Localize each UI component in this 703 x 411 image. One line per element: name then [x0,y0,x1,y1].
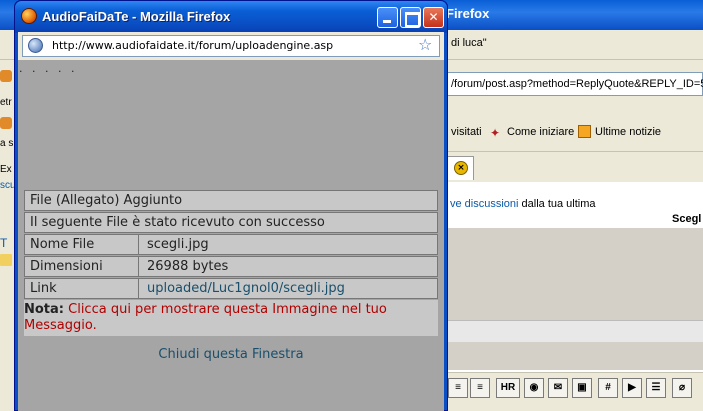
uploaded-file-link[interactable]: uploaded/Luc1gnol0/scegli.jpg [140,279,437,298]
insert-image-link[interactable]: Clicca qui per mostrare questa Immagine … [24,302,387,333]
content-line-text: dalla tua ultima [518,198,596,210]
tab-close-icon[interactable]: × [454,161,468,175]
left-label-2: a s [0,138,14,149]
new-discussions-link[interactable]: ve discussioni [450,198,518,210]
list-icon[interactable]: ☰ [646,378,666,398]
left-label-3: Ex [0,164,12,175]
row-value-filename: scegli.jpg [147,237,209,252]
bookmark-ultime-notizie[interactable]: Ultime notizie [595,126,661,138]
row-label-link: Link [25,279,139,298]
note-label: Nota: [24,302,64,317]
left-label-5: T [0,236,8,250]
popup-title: AudioFaiDaTe - Mozilla Firefox [42,9,231,24]
attach-icon[interactable]: ⌀ [672,378,692,398]
hash-button[interactable]: # [598,378,618,398]
left-label-1: etr [0,97,12,108]
bookmark-visitati[interactable]: visitati [451,126,482,138]
close-icon[interactable]: ✕ [423,7,444,28]
close-window-link[interactable]: Chiudi questa Finestra [14,347,448,362]
globe-icon [28,38,43,53]
background-title: Firefox [446,6,490,21]
popup-titlebar[interactable]: AudioFaiDaTe - Mozilla Firefox ✕ [15,1,447,33]
email-icon[interactable]: ✉ [548,378,568,398]
table-message-row: Il seguente File è stato ricevuto con su… [24,212,438,233]
progress-dots: . . . . . [19,62,78,75]
background-gray-panel [446,228,703,320]
left-app-icon [0,70,12,82]
row-label-size: Dimensioni [25,257,139,276]
background-address-text[interactable]: /forum/post.asp?method=ReplyQuote&REPLY_… [451,78,703,90]
success-message: Il seguente File è stato ricevuto con su… [30,215,325,230]
row-label-filename: Nome File [25,235,139,254]
background-gray-panel-2 [446,342,703,370]
table-row: Nome File scegli.jpg [24,234,438,255]
maximize-icon[interactable] [400,7,421,28]
star-icon[interactable]: ☆ [418,36,432,54]
image-icon[interactable]: ▣ [572,378,592,398]
background-content-line: ve discussioni dalla tua ultima [450,198,596,210]
left-app-icon-2 [0,117,12,129]
table-row: Link uploaded/Luc1gnol0/scegli.jpg [24,278,438,299]
hr-button[interactable]: HR [496,378,520,398]
background-column-header: Scegl [672,213,702,225]
bookmark-come-iniziare[interactable]: Come iniziare [507,126,574,138]
popup-url-text[interactable]: http://www.audiofaidate.it/forum/uploade… [52,39,333,52]
background-bookmarks-bar [446,110,703,152]
background-gray-strip [446,320,703,342]
insert-arrow-icon[interactable]: ▶ [622,378,642,398]
row-value-size: 26988 bytes [147,259,229,274]
align-center-icon[interactable]: ≡ [448,378,468,398]
insert-image-note[interactable]: Nota: Clicca qui per mostrare questa Imm… [24,302,430,334]
left-folder-icon [0,254,12,266]
background-tab-bar [446,152,703,182]
table-header: File (Allegato) Aggiunto [30,193,183,208]
table-header-row: File (Allegato) Aggiunto [24,190,438,211]
rss-icon [578,125,591,138]
minimize-icon[interactable] [377,7,398,28]
table-row: Dimensioni 26988 bytes [24,256,438,277]
red-bird-icon: ✦ [490,126,501,140]
background-search-text[interactable]: di luca" [451,37,487,49]
firefox-icon [21,8,37,24]
link-globe-icon[interactable]: ◉ [524,378,544,398]
align-right-icon[interactable]: ≡ [470,378,490,398]
